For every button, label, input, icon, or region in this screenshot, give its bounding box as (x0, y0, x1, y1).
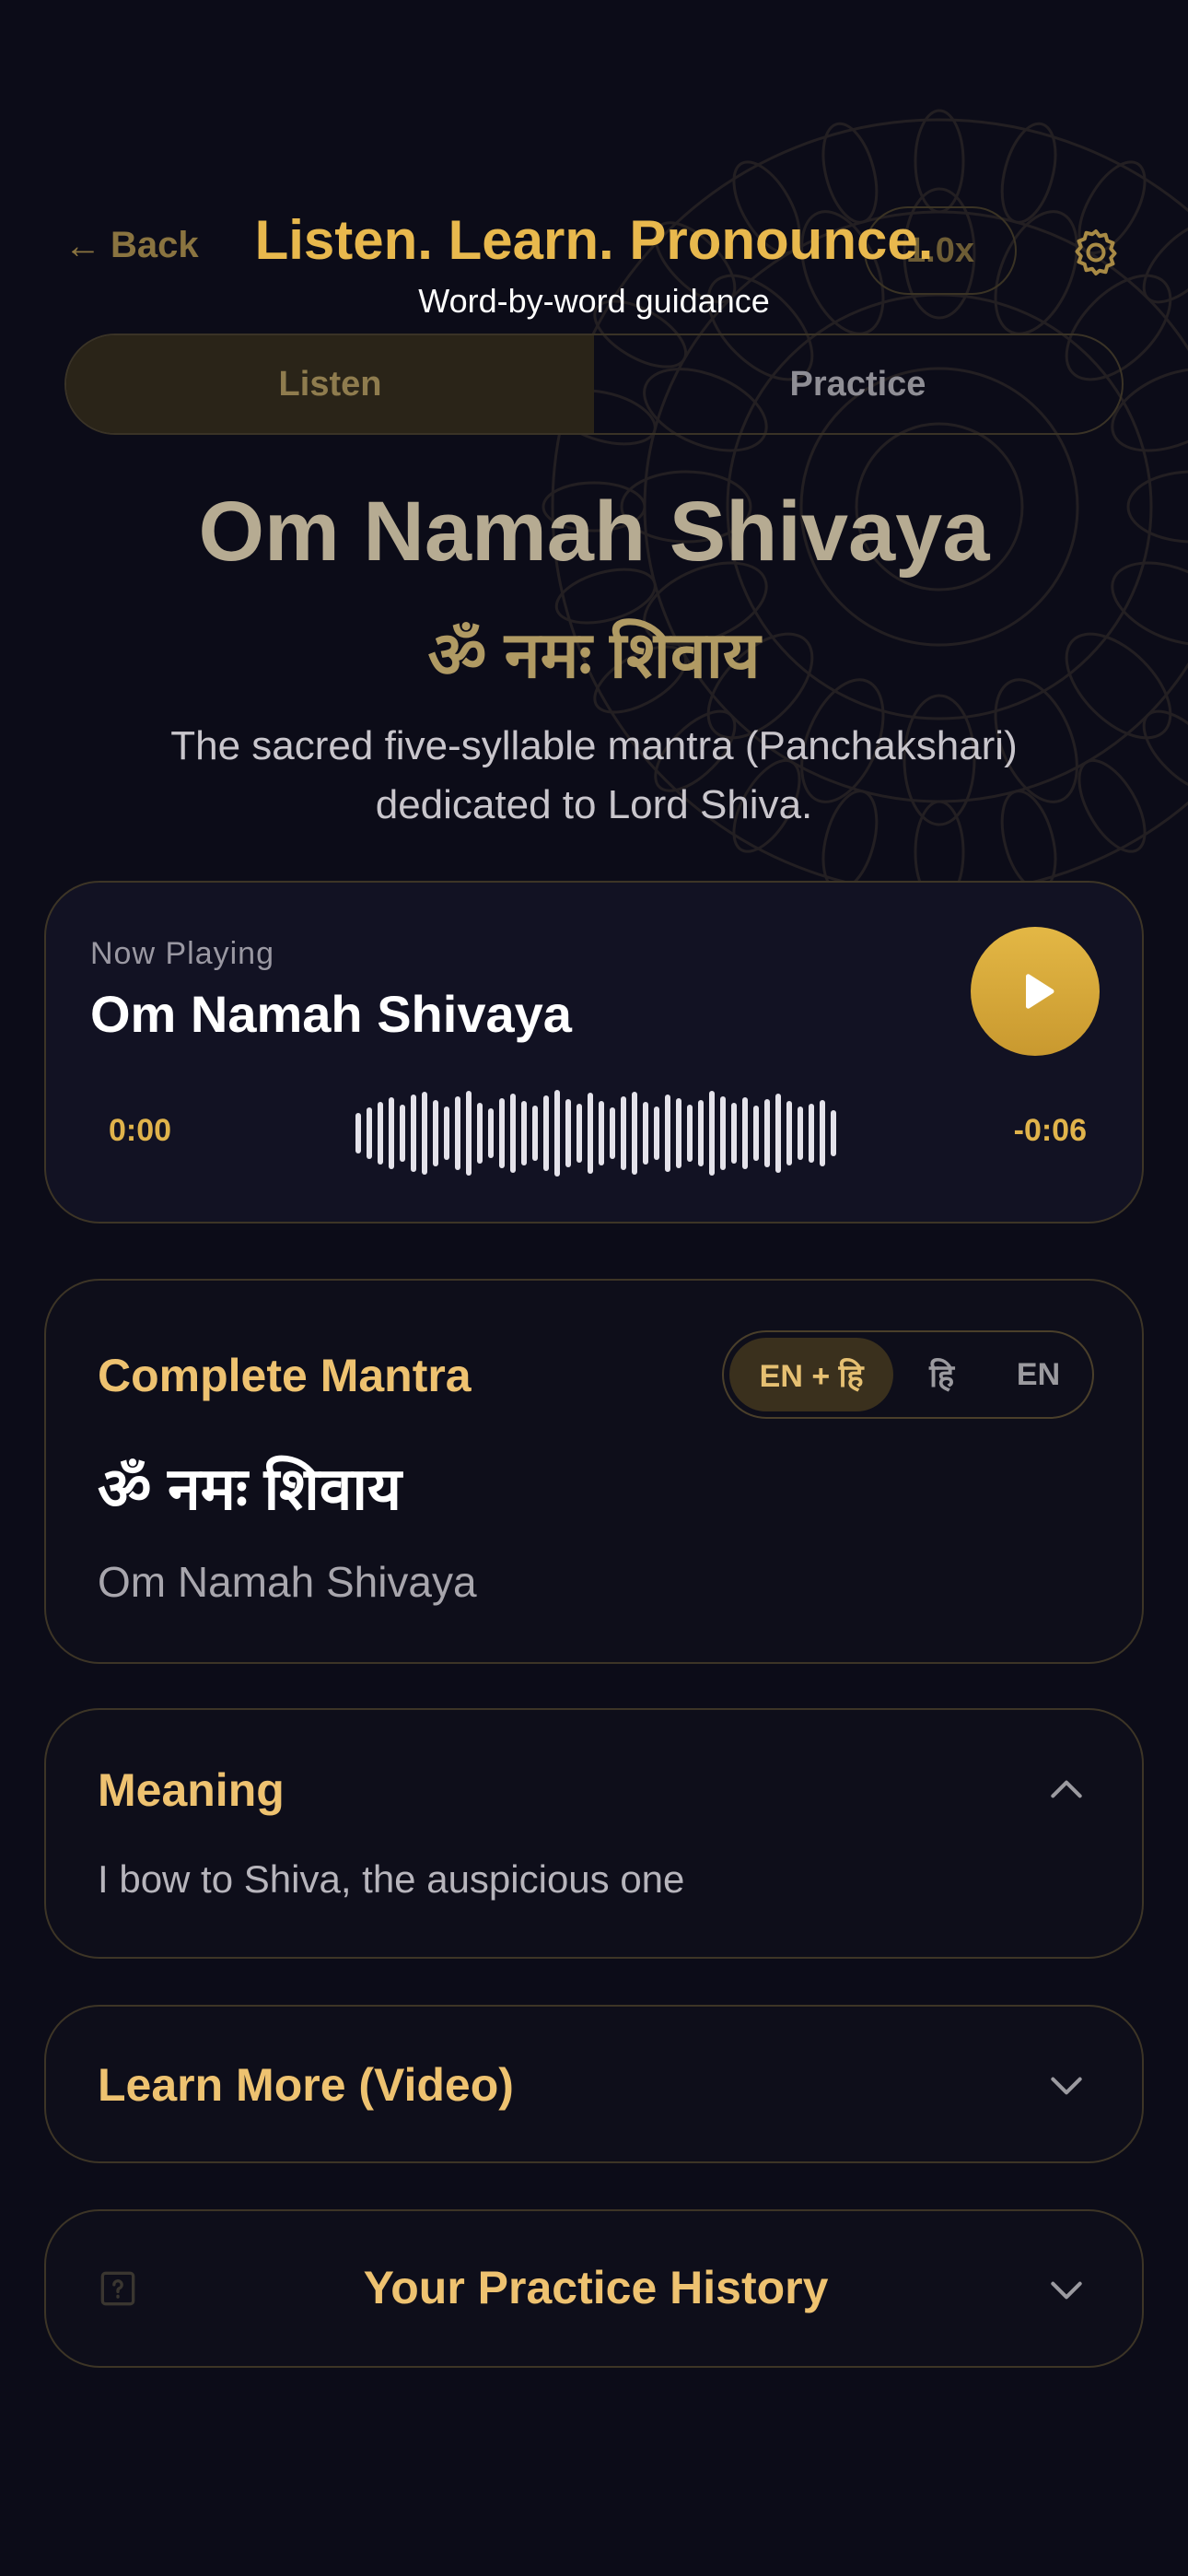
waveform-bar (621, 1096, 626, 1170)
mantra-title: Om Namah Shivaya (198, 485, 990, 579)
mantra-transliteration: Om Namah Shivaya (98, 1558, 477, 1606)
waveform-bar (764, 1099, 770, 1167)
waveform-bar (477, 1103, 483, 1164)
mode-segmented-control: Listen Practice (64, 334, 1124, 435)
meaning-heading: Meaning (98, 1764, 285, 1816)
waveform-bar (599, 1101, 604, 1165)
waveform-bar (588, 1093, 593, 1174)
practice-history-card[interactable]: Your Practice History (44, 2209, 1144, 2368)
language-option-en-hi[interactable]: EN + हि (729, 1338, 894, 1411)
language-option-hi[interactable]: हि (893, 1338, 990, 1411)
waveform-bar (433, 1100, 438, 1166)
waveform-bar (355, 1113, 361, 1153)
waveform-bar (466, 1091, 472, 1176)
waveform-bar (521, 1101, 527, 1165)
waveform-bar (444, 1107, 449, 1160)
mantra-devanagari-text: ॐ नमः शिवाय (98, 1456, 402, 1522)
waveform-bar (809, 1104, 814, 1163)
page-subtitle: Word-by-word guidance (418, 282, 770, 320)
gear-icon[interactable] (1068, 225, 1124, 280)
meaning-text: I bow to Shiva, the auspicious one (98, 1857, 685, 1901)
waveform-bar (565, 1099, 571, 1167)
waveform-bar (411, 1095, 416, 1172)
waveform-bar (654, 1107, 659, 1160)
tab-listen-label: Listen (278, 364, 382, 404)
chevron-up-icon[interactable] (1046, 1769, 1087, 1809)
waveform-bar (798, 1107, 803, 1160)
waveform-bar (786, 1101, 792, 1165)
waveform-bar (698, 1100, 704, 1166)
mantra-devanagari-title: ॐ नमः शिवाय (427, 619, 761, 691)
waveform-bar (610, 1107, 615, 1159)
now-playing-label: Now Playing (90, 936, 274, 971)
play-icon (1026, 974, 1054, 1009)
waveform-bar (742, 1097, 748, 1169)
mandala-petal (1077, 758, 1147, 853)
waveform-bar (422, 1092, 427, 1175)
waveform-bar (720, 1096, 726, 1170)
waveform-bar (731, 1103, 737, 1164)
waveform-bar (709, 1091, 715, 1176)
waveform-bar (643, 1102, 648, 1165)
meaning-card[interactable]: Meaning I bow to Shiva, the auspicious o… (44, 1708, 1144, 1959)
top-bar: ← Back 1.0x Listen. Learn. Pronounce. Wo… (0, 184, 1188, 322)
chevron-down-icon[interactable] (1046, 2066, 1087, 2106)
waveform-bar (532, 1106, 538, 1161)
waveform-bar (378, 1102, 383, 1165)
play-button[interactable] (971, 927, 1100, 1056)
remaining-time: -0:06 (1013, 1113, 1087, 1148)
tab-practice[interactable]: Practice (594, 335, 1122, 433)
waveform-bar (775, 1094, 781, 1173)
waveform-bar (543, 1095, 549, 1171)
waveform-bar (831, 1110, 836, 1156)
waveform-bar (455, 1096, 460, 1170)
language-option-en[interactable]: EN (990, 1338, 1087, 1411)
track-title: Om Namah Shivaya (90, 985, 572, 1043)
waveform-bar (488, 1108, 494, 1158)
waveform-bar (577, 1104, 582, 1163)
waveform-bar (400, 1105, 405, 1162)
complete-mantra-card: Complete Mantra EN + हि हि EN ॐ नमः शिवा… (44, 1279, 1144, 1664)
learn-more-video-card[interactable]: Learn More (Video) (44, 2005, 1144, 2163)
learn-more-video-heading: Learn More (Video) (98, 2059, 514, 2111)
waveform-bar (389, 1097, 394, 1169)
waveform-bar (820, 1100, 825, 1166)
waveform-bar (665, 1095, 670, 1172)
language-toggle: EN + हि हि EN (722, 1330, 1094, 1419)
tab-listen[interactable]: Listen (66, 335, 594, 433)
mantra-description: The sacred five-syllable mantra (Panchak… (170, 723, 1018, 827)
audio-waveform[interactable] (354, 1087, 840, 1179)
audio-player-card: Now Playing Om Namah Shivaya 0:00 -0:06 (44, 881, 1144, 1224)
complete-mantra-heading: Complete Mantra (98, 1350, 472, 1401)
waveform-bar (499, 1098, 505, 1168)
waveform-bar (367, 1107, 372, 1159)
tab-practice-label: Practice (789, 364, 926, 404)
waveform-bar (554, 1090, 560, 1177)
waveform-bar (687, 1105, 693, 1162)
waveform-bar (510, 1094, 516, 1173)
waveform-bar (753, 1106, 759, 1161)
practice-history-heading: Your Practice History (363, 2262, 829, 2313)
page-title: Listen. Learn. Pronounce. (254, 209, 934, 271)
waveform-bar (676, 1098, 681, 1168)
chevron-down-icon[interactable] (1046, 2270, 1087, 2311)
mandala-petal (1142, 709, 1188, 792)
elapsed-time: 0:00 (109, 1113, 172, 1148)
waveform-bar (632, 1092, 637, 1175)
